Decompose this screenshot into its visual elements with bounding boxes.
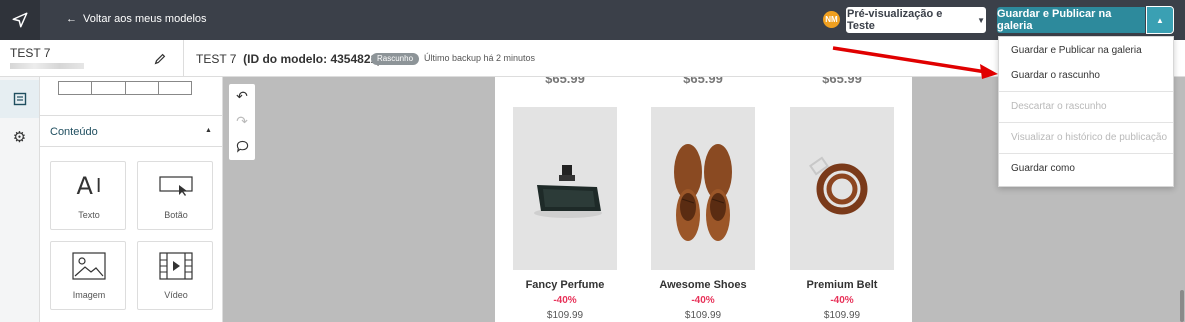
button-icon: [138, 170, 214, 202]
annotation-arrow: [832, 46, 998, 79]
backup-note: Último backup há 2 minutos: [424, 53, 536, 63]
redo-icon: ↷: [236, 113, 248, 129]
tile-label: Texto: [78, 210, 100, 220]
settings-tab[interactable]: ⚙: [0, 118, 39, 156]
preview-test-button[interactable]: Pré-visualização e Teste ▼: [846, 7, 986, 33]
caret-up-icon: ▲: [205, 127, 212, 134]
publish-options-toggle[interactable]: ▲: [1146, 6, 1174, 34]
section-title: Conteúdo: [50, 126, 98, 138]
button-block-tile[interactable]: Botão: [137, 161, 213, 230]
caret-up-icon: ▲: [1156, 15, 1164, 25]
text-block-tile[interactable]: AI Texto: [50, 161, 126, 230]
tile-label: Imagem: [72, 290, 106, 300]
menu-item-save-as[interactable]: Guardar como: [999, 156, 1173, 181]
avatar[interactable]: NM: [823, 11, 840, 28]
template-name: TEST 7: [10, 46, 51, 60]
canvas-scrollbar[interactable]: [1180, 290, 1184, 322]
product-discount: -40%: [691, 295, 715, 306]
belt-image[interactable]: [790, 107, 894, 270]
shoes-image[interactable]: [651, 107, 755, 270]
text-icon: AI: [76, 172, 102, 200]
undo-button[interactable]: ↶: [229, 84, 255, 109]
status-badge: Rascunho: [371, 53, 420, 65]
comment-button[interactable]: [229, 134, 255, 159]
perfume-image[interactable]: [513, 107, 617, 270]
preview-button-label: Pré-visualização e Teste: [847, 8, 943, 32]
blurred-subtext: [10, 63, 84, 69]
image-icon: [51, 250, 127, 282]
top-bar: ← Voltar aos meus modelos NM Pré-visualiz…: [0, 0, 1185, 40]
column-layout-block[interactable]: [58, 81, 192, 95]
caret-down-icon: ▼: [977, 15, 985, 25]
arrow-left-icon: ←: [66, 13, 77, 25]
redo-button[interactable]: ↷: [229, 109, 255, 134]
comment-icon: [236, 140, 248, 153]
product-price: $109.99: [823, 310, 861, 321]
product-price: $109.99: [546, 310, 584, 321]
image-block-tile[interactable]: Imagem: [50, 241, 126, 310]
video-icon: [138, 250, 214, 282]
product-price: $109.99: [684, 310, 722, 321]
product-price-top: $65.99: [545, 77, 585, 86]
page-title: TEST 7 (ID do modelo: 4354821): [196, 52, 381, 66]
canvas-toolbar: ↶ ↷: [229, 84, 255, 160]
content-blocks-panel: Conteúdo ▲ AI Texto Botão Imagem Vídeo: [40, 77, 223, 322]
menu-item-discard-draft[interactable]: Descartar o rascunho: [999, 94, 1173, 119]
pencil-icon[interactable]: [153, 52, 167, 66]
email-preview[interactable]: $65.99 $65.99 $65.99 Fancy Perfume Aweso…: [495, 77, 912, 322]
undo-icon: ↶: [236, 88, 248, 104]
product-discount: -40%: [830, 295, 854, 306]
back-link-label: Voltar aos meus modelos: [83, 13, 207, 25]
left-icon-rail: ⚙: [0, 77, 40, 322]
title-name: TEST 7: [196, 52, 237, 66]
menu-item-publish-history[interactable]: Visualizar o histórico de publicação: [999, 125, 1173, 150]
publish-options-menu: Guardar e Publicar na galeria Guardar o …: [998, 36, 1174, 187]
product-discount: -40%: [553, 295, 577, 306]
menu-divider: [999, 122, 1173, 123]
template-id: (ID do modelo: 4354821): [243, 52, 382, 66]
content-section-header[interactable]: Conteúdo ▲: [40, 115, 222, 147]
menu-item-save-draft[interactable]: Guardar o rascunho: [999, 63, 1173, 88]
blocks-tab[interactable]: [0, 80, 39, 118]
menu-divider: [999, 91, 1173, 92]
logo-button[interactable]: [0, 0, 40, 40]
tile-label: Botão: [164, 210, 188, 220]
back-to-templates-link[interactable]: ← Voltar aos meus modelos: [66, 13, 207, 25]
menu-item-save-publish[interactable]: Guardar e Publicar na galeria: [999, 38, 1173, 63]
send-icon: [12, 12, 28, 28]
product-name: Premium Belt: [806, 279, 878, 291]
product-price-top: $65.99: [683, 77, 723, 86]
product-name: Fancy Perfume: [525, 279, 605, 291]
product-name: Awesome Shoes: [659, 279, 747, 291]
blocks-icon: [13, 92, 26, 106]
gear-icon: ⚙: [12, 129, 27, 146]
tile-label: Vídeo: [164, 290, 188, 300]
save-publish-button[interactable]: Guardar e Publicar na galeria: [997, 7, 1145, 33]
video-block-tile[interactable]: Vídeo: [137, 241, 213, 310]
template-name-box: TEST 7: [0, 40, 184, 77]
menu-divider: [999, 153, 1173, 154]
